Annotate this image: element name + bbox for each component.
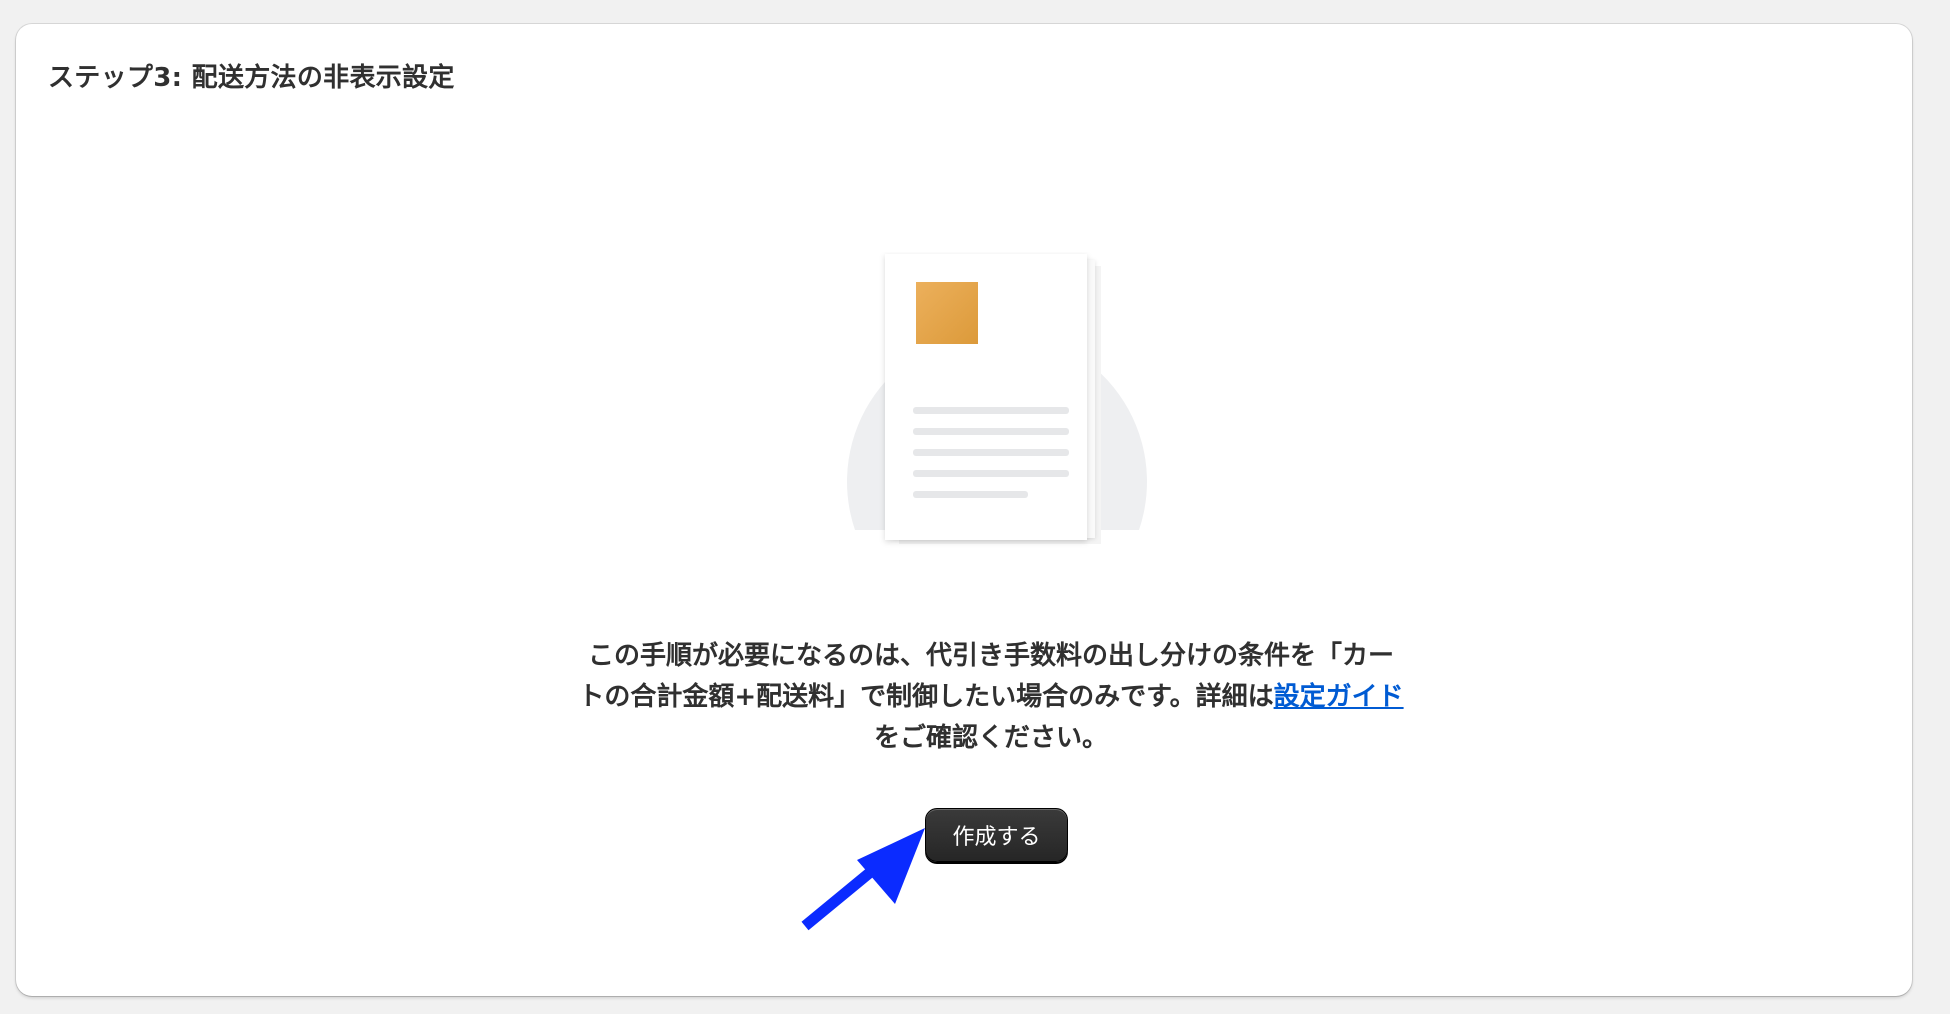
arrow-icon [801, 828, 925, 931]
setup-guide-link[interactable]: 設定ガイド [1274, 682, 1404, 712]
description-text-end: をご確認ください。 [873, 723, 1108, 753]
document-icon [847, 254, 1147, 544]
create-button[interactable]: 作成する [925, 808, 1068, 862]
empty-state-description: この手順が必要になるのは、代引き手数料の出し分けの条件を「カートの合計金額+配送… [576, 636, 1406, 759]
card-title: ステップ3: 配送方法の非表示設定 [48, 63, 455, 93]
description-text: この手順が必要になるのは、代引き手数料の出し分けの条件を「カートの合計金額+配送… [578, 641, 1394, 712]
empty-state-card: ステップ3: 配送方法の非表示設定 この手順が必要になるのは、代引き手数料の出し… [16, 24, 1912, 996]
